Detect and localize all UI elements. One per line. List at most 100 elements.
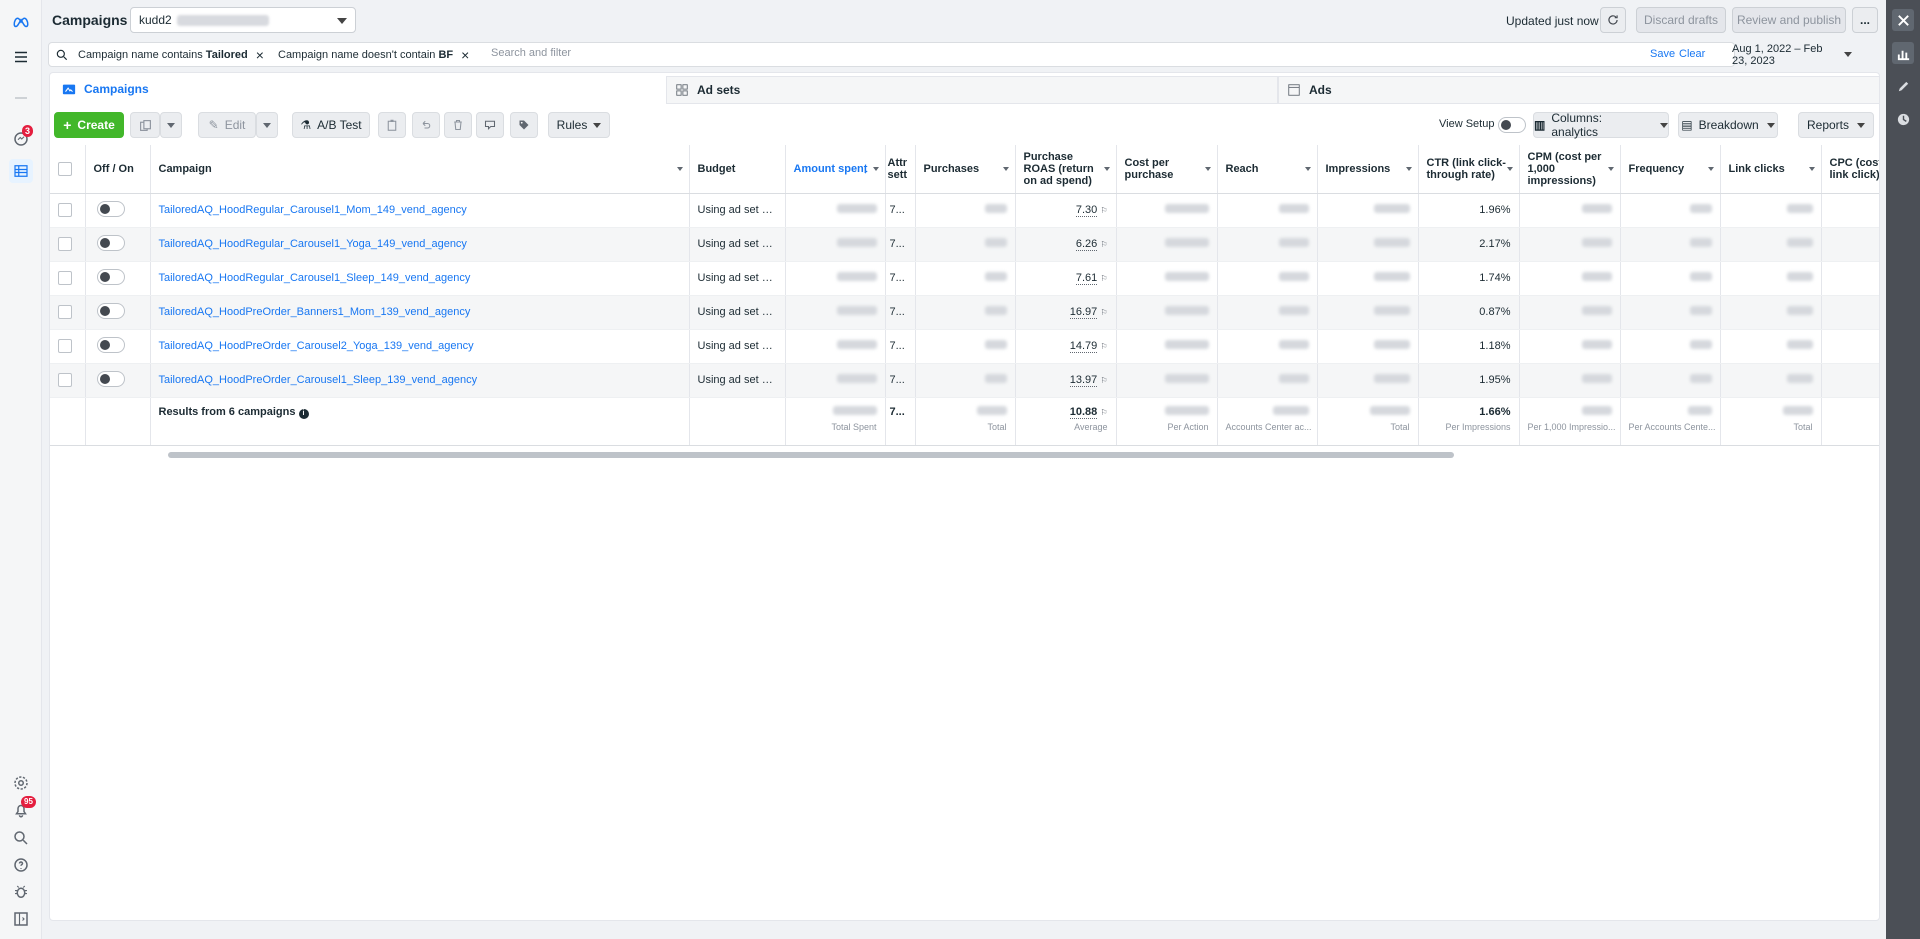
col-impressions[interactable]: Impressions	[1317, 145, 1419, 194]
campaign-toggle[interactable]	[96, 302, 125, 319]
clear-filter-link[interactable]: Clear	[1679, 48, 1705, 60]
account-selector[interactable]: kudd2	[130, 7, 356, 33]
campaign-toggle[interactable]	[96, 370, 125, 387]
discard-drafts-button[interactable]: Discard drafts	[1636, 7, 1726, 33]
row-select-cell[interactable]	[50, 261, 86, 296]
review-publish-button[interactable]: Review and publish	[1732, 7, 1846, 33]
col-cpc[interactable]: CPC (cost per link click)	[1821, 145, 1879, 194]
row-checkbox[interactable]	[58, 305, 72, 319]
onoff-cell[interactable]	[85, 193, 151, 228]
col-purchases[interactable]: Purchases	[915, 145, 1016, 194]
search-icon[interactable]	[9, 826, 33, 850]
columns-button[interactable]: ▥ Columns: analytics	[1533, 111, 1669, 139]
campaign-name-link[interactable]: TailoredAQ_HoodPreOrder_Banners1_Mom_139…	[159, 306, 471, 318]
clipboard-button[interactable]	[378, 112, 406, 138]
row-select-cell[interactable]	[50, 363, 86, 398]
search-filter-input[interactable]	[491, 47, 1091, 59]
chart-icon[interactable]	[1892, 42, 1914, 64]
campaign-toggle[interactable]	[96, 268, 125, 285]
col-amount-spent[interactable]: Amount spent ↓	[785, 145, 886, 194]
date-range-picker[interactable]: Aug 1, 2022 – Feb 23, 2023	[1722, 42, 1852, 67]
delete-button[interactable]	[444, 112, 472, 138]
roas-value[interactable]: 7.61	[1075, 272, 1098, 285]
reports-button[interactable]: Reports	[1798, 112, 1874, 138]
create-button[interactable]: + Create	[54, 112, 124, 138]
view-setup-toggle[interactable]	[1498, 117, 1526, 133]
meta-logo-icon[interactable]	[9, 10, 33, 34]
close-icon[interactable]	[1892, 9, 1914, 31]
col-frequency[interactable]: Frequency	[1620, 145, 1721, 194]
campaign-toggle[interactable]	[96, 200, 125, 217]
col-cpm[interactable]: CPM (cost per 1,000 impressions)	[1519, 145, 1621, 194]
campaign-name-link[interactable]: TailoredAQ_HoodPreOrder_Carousel1_Sleep_…	[159, 374, 478, 386]
roas-value[interactable]: 7.30	[1075, 204, 1098, 217]
table-row[interactable]: TailoredAQ_HoodPreOrder_Carousel2_Yoga_1…	[50, 329, 1879, 364]
col-budget[interactable]: Budget	[689, 145, 786, 194]
history-clock-icon[interactable]	[1892, 108, 1914, 130]
rules-button[interactable]: Rules	[548, 112, 610, 138]
row-checkbox[interactable]	[58, 373, 72, 387]
edit-button[interactable]: ✎ Edit	[198, 112, 256, 138]
duplicate-button[interactable]	[130, 112, 160, 138]
campaign-name-link[interactable]: TailoredAQ_HoodRegular_Carousel1_Yoga_14…	[159, 238, 467, 250]
ads-manager-icon[interactable]	[9, 159, 33, 183]
table-row[interactable]: TailoredAQ_HoodRegular_Carousel1_Sleep_1…	[50, 261, 1879, 296]
row-select-cell[interactable]	[50, 329, 86, 364]
roas-value[interactable]: 16.97	[1069, 306, 1098, 319]
select-all-header[interactable]	[50, 145, 86, 194]
campaign-name-link[interactable]: TailoredAQ_HoodRegular_Carousel1_Sleep_1…	[159, 272, 471, 284]
onoff-cell[interactable]	[85, 329, 151, 364]
table-row[interactable]: TailoredAQ_HoodPreOrder_Carousel1_Sleep_…	[50, 363, 1879, 398]
col-cost-per-purchase[interactable]: Cost per purchase	[1116, 145, 1218, 194]
row-checkbox[interactable]	[58, 203, 72, 217]
campaign-name-cell[interactable]: TailoredAQ_HoodPreOrder_Banners1_Mom_139…	[150, 295, 690, 330]
onoff-cell[interactable]	[85, 261, 151, 296]
table-row[interactable]: TailoredAQ_HoodRegular_Carousel1_Mom_149…	[50, 193, 1879, 228]
col-roas[interactable]: Purchase ROAS (return on ad spend)	[1015, 145, 1117, 194]
campaign-name-cell[interactable]: TailoredAQ_HoodPreOrder_Carousel1_Sleep_…	[150, 363, 690, 398]
roas-value[interactable]: 14.79	[1069, 340, 1098, 353]
edit-icon[interactable]	[1892, 75, 1914, 97]
tab-adsets[interactable]: Ad sets	[666, 76, 1278, 104]
filter-chip-name-not-contains[interactable]: Campaign name doesn't contain BF ×	[278, 46, 469, 64]
table-row[interactable]: TailoredAQ_HoodRegular_Carousel1_Yoga_14…	[50, 227, 1879, 262]
close-icon[interactable]: ×	[256, 47, 264, 63]
notifications-icon[interactable]: 95	[9, 796, 36, 822]
more-options-button[interactable]: ...	[1852, 7, 1878, 33]
tag-button[interactable]	[510, 112, 538, 138]
campaign-name-cell[interactable]: TailoredAQ_HoodPreOrder_Carousel2_Yoga_1…	[150, 329, 690, 364]
table-row[interactable]: TailoredAQ_HoodPreOrder_Banners1_Mom_139…	[50, 295, 1879, 330]
campaign-name-link[interactable]: TailoredAQ_HoodRegular_Carousel1_Mom_149…	[159, 204, 467, 216]
campaign-name-link[interactable]: TailoredAQ_HoodPreOrder_Carousel2_Yoga_1…	[159, 340, 474, 352]
bug-report-icon[interactable]	[9, 880, 33, 904]
horizontal-scrollbar[interactable]	[168, 452, 1454, 458]
col-reach[interactable]: Reach	[1217, 145, 1318, 194]
onoff-cell[interactable]	[85, 295, 151, 330]
save-filter-link[interactable]: Save	[1650, 48, 1675, 60]
help-icon[interactable]	[9, 853, 33, 877]
tab-campaigns[interactable]: Campaigns	[54, 76, 666, 104]
col-ctr[interactable]: CTR (link click-through rate)	[1418, 145, 1520, 194]
roas-value[interactable]: 13.97	[1069, 374, 1098, 387]
campaign-toggle[interactable]	[96, 234, 125, 251]
breakdown-button[interactable]: ▤ Breakdown	[1678, 112, 1778, 138]
row-checkbox[interactable]	[58, 271, 72, 285]
menu-icon[interactable]	[9, 45, 33, 69]
row-checkbox[interactable]	[58, 339, 72, 353]
select-all-checkbox[interactable]	[58, 161, 72, 176]
row-checkbox[interactable]	[58, 237, 72, 251]
close-icon[interactable]: ×	[461, 47, 469, 63]
info-icon[interactable]: i	[298, 408, 309, 419]
inbox-icon[interactable]: 3	[9, 125, 34, 151]
onoff-cell[interactable]	[85, 363, 151, 398]
campaign-name-cell[interactable]: TailoredAQ_HoodRegular_Carousel1_Mom_149…	[150, 193, 690, 228]
ab-test-button[interactable]: ⚗ A/B Test	[292, 112, 370, 138]
col-link-clicks[interactable]: Link clicks	[1720, 145, 1822, 194]
totals-roas-value[interactable]: 10.88	[1069, 405, 1098, 419]
campaign-name-cell[interactable]: TailoredAQ_HoodRegular_Carousel1_Sleep_1…	[150, 261, 690, 296]
filter-chip-name-contains[interactable]: Campaign name contains Tailored ×	[78, 46, 264, 64]
refresh-button[interactable]	[1600, 7, 1626, 33]
tab-ads[interactable]: Ads	[1278, 76, 1880, 104]
col-campaign[interactable]: Campaign	[150, 145, 690, 194]
onoff-cell[interactable]	[85, 227, 151, 262]
